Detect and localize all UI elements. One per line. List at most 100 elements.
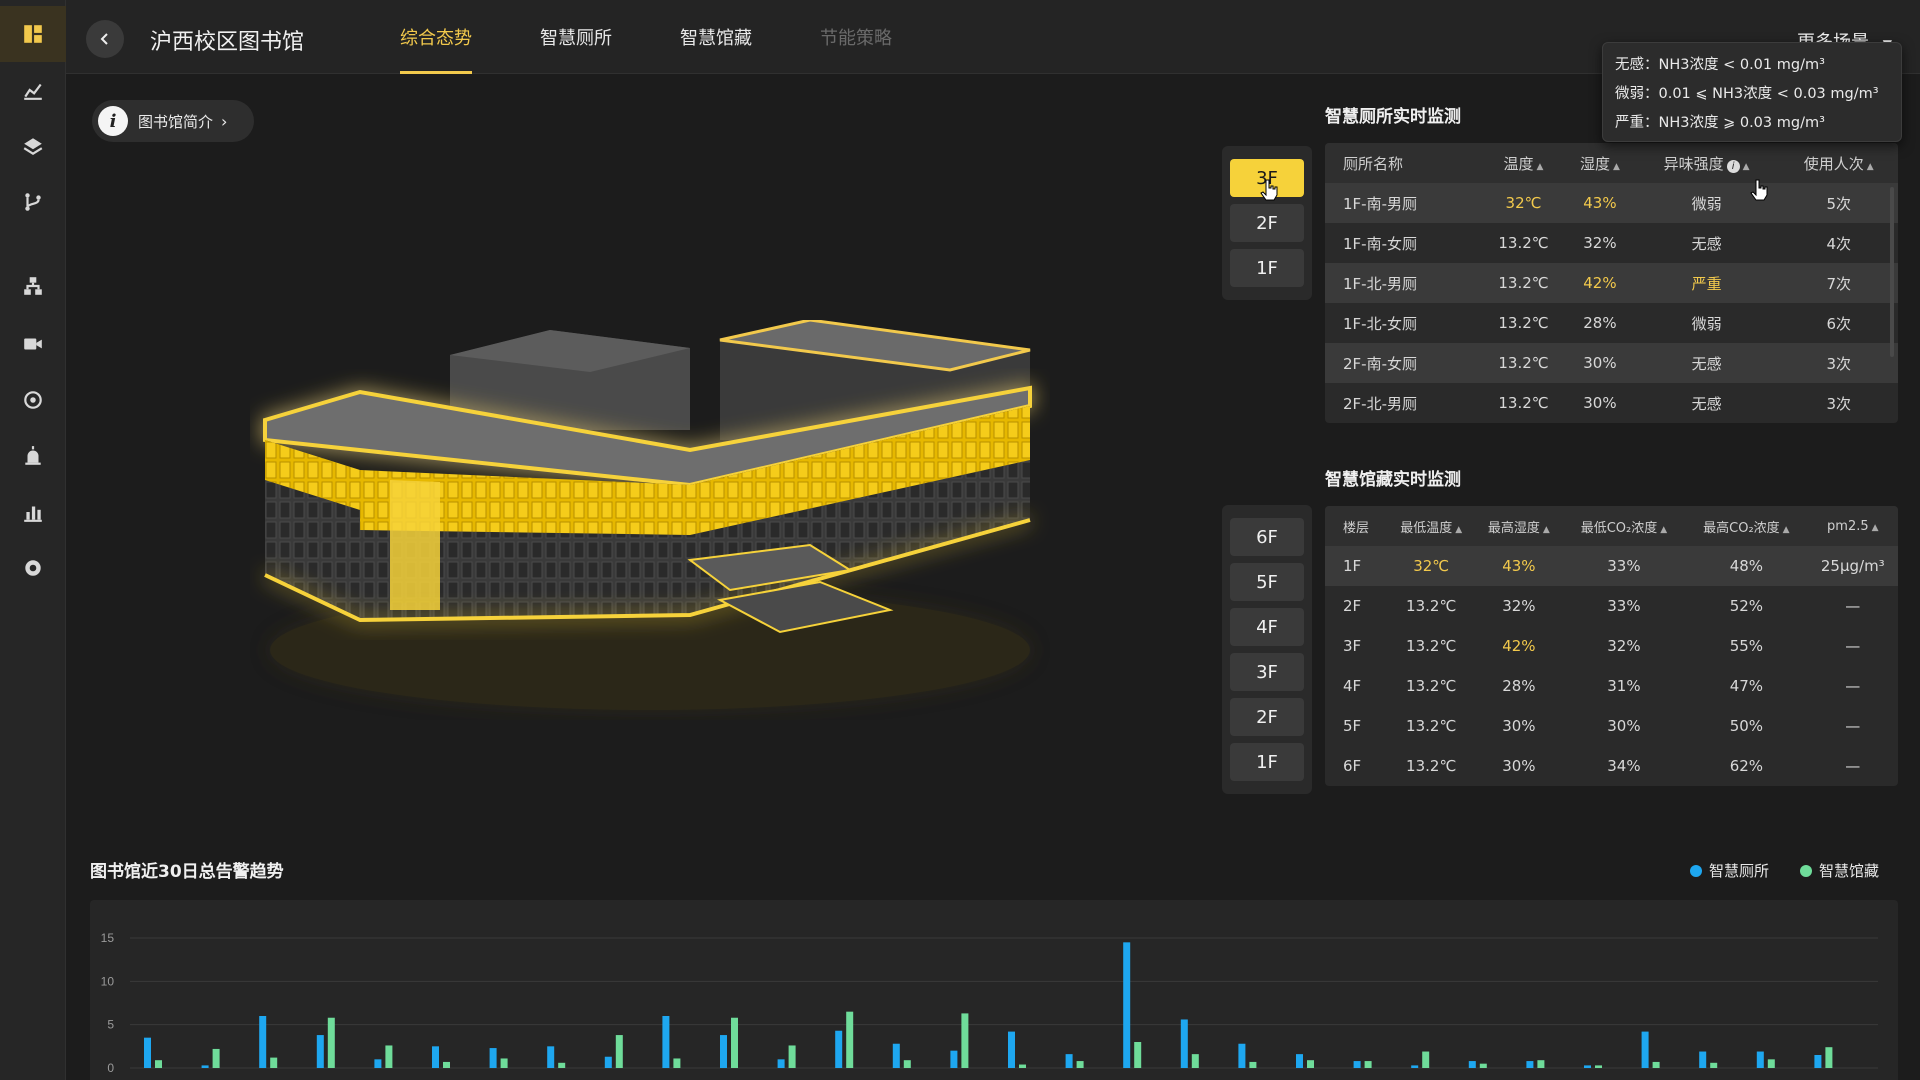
table-row[interactable]: 4F 13.2℃ 28% 31% 47% — (1325, 666, 1898, 706)
bar-restroom[interactable] (1756, 1051, 1764, 1068)
tab-smart-restroom[interactable]: 智慧厕所 (506, 0, 646, 74)
bar-restroom[interactable] (1584, 1065, 1591, 1068)
bar-collection[interactable] (1422, 1051, 1430, 1068)
bar-collection[interactable] (1134, 1042, 1142, 1068)
sort-icon[interactable]: ▲ (1867, 162, 1874, 172)
sort-icon[interactable]: ▲ (1537, 162, 1544, 172)
target-icon[interactable] (0, 372, 66, 428)
bar-collection[interactable] (903, 1060, 911, 1068)
collection-floor-3f[interactable]: 3F (1230, 653, 1304, 691)
bar-collection[interactable] (1710, 1062, 1718, 1068)
bar-collection[interactable] (558, 1062, 566, 1068)
bar-chart-icon[interactable] (0, 484, 66, 540)
bar-restroom[interactable] (777, 1059, 785, 1068)
sort-icon[interactable]: ▲ (1613, 162, 1620, 172)
table-row[interactable]: 1F-南-女厕 13.2℃ 32% 无感 4次 (1325, 223, 1898, 263)
building-3d-model[interactable] (250, 320, 1050, 720)
bar-collection[interactable] (327, 1017, 335, 1068)
bar-restroom[interactable] (547, 1046, 555, 1068)
col-odor-intensity[interactable]: 异味强度 i ▲ (1633, 143, 1780, 183)
bar-restroom[interactable] (1526, 1061, 1534, 1068)
bar-collection[interactable] (1767, 1059, 1775, 1068)
branch-icon[interactable] (0, 174, 66, 230)
bar-collection[interactable] (1479, 1063, 1487, 1068)
bar-restroom[interactable] (604, 1056, 612, 1068)
bar-collection[interactable] (731, 1017, 738, 1068)
tab-overview[interactable]: 综合态势 (366, 0, 506, 74)
bar-restroom[interactable] (201, 1065, 209, 1068)
restroom-floor-1f[interactable]: 1F (1230, 249, 1304, 287)
collection-floor-1f[interactable]: 1F (1230, 743, 1304, 781)
bar-restroom[interactable] (432, 1046, 439, 1068)
camera-icon[interactable] (0, 316, 66, 372)
dashboard-icon[interactable] (0, 6, 66, 62)
bar-restroom[interactable] (950, 1050, 958, 1068)
bar-restroom[interactable] (316, 1035, 324, 1068)
collection-floor-6f[interactable]: 6F (1230, 518, 1304, 556)
settings-icon[interactable] (0, 540, 66, 596)
col-temperature[interactable]: 温度 ▲ (1480, 143, 1567, 183)
table-row[interactable]: 6F 13.2℃ 30% 34% 62% — (1325, 746, 1898, 786)
sort-icon[interactable]: ▲ (1660, 525, 1667, 535)
bar-collection[interactable] (615, 1035, 623, 1068)
bar-collection[interactable] (1537, 1060, 1545, 1068)
col-max-co2[interactable]: 最高CO₂浓度 ▲ (1685, 506, 1808, 546)
bar-restroom[interactable] (1008, 1031, 1015, 1068)
bar-restroom[interactable] (720, 1035, 727, 1068)
sort-icon[interactable]: ▲ (1872, 523, 1879, 533)
bar-collection[interactable] (443, 1061, 450, 1068)
collection-floor-5f[interactable]: 5F (1230, 563, 1304, 601)
library-intro-button[interactable]: i 图书馆简介 › (92, 100, 254, 142)
bar-restroom[interactable] (144, 1037, 151, 1068)
table-row[interactable]: 3F 13.2℃ 42% 32% 55% — (1325, 626, 1898, 666)
bar-collection[interactable] (1825, 1047, 1833, 1068)
bar-collection[interactable] (1595, 1065, 1602, 1068)
col-min-temperature[interactable]: 最低温度 ▲ (1387, 506, 1476, 546)
sort-icon[interactable]: ▲ (1455, 525, 1462, 535)
bar-collection[interactable] (500, 1058, 508, 1068)
bar-collection[interactable] (1076, 1061, 1084, 1068)
bar-restroom[interactable] (1353, 1061, 1361, 1068)
col-max-humidity[interactable]: 最高湿度 ▲ (1475, 506, 1563, 546)
bar-collection[interactable] (155, 1060, 162, 1068)
col-min-co2[interactable]: 最低CO₂浓度 ▲ (1562, 506, 1686, 546)
bar-restroom[interactable] (892, 1043, 900, 1068)
bar-restroom[interactable] (1641, 1031, 1649, 1068)
restroom-table-scrollbar[interactable] (1890, 187, 1894, 357)
table-row[interactable]: 1F-南-男厕 32℃ 43% 微弱 5次 (1325, 183, 1898, 223)
bar-restroom[interactable] (259, 1016, 267, 1068)
table-row[interactable]: 2F 13.2℃ 32% 33% 52% — (1325, 586, 1898, 626)
tab-smart-collection[interactable]: 智慧馆藏 (646, 0, 786, 74)
legend-item-restroom[interactable]: 智慧厕所 (1690, 860, 1769, 881)
bar-collection[interactable] (846, 1011, 854, 1068)
layers-icon[interactable] (0, 118, 66, 174)
bar-restroom[interactable] (1065, 1054, 1073, 1068)
bar-restroom[interactable] (1411, 1065, 1419, 1068)
back-button[interactable] (86, 20, 124, 58)
bar-collection[interactable] (961, 1013, 969, 1068)
bar-restroom[interactable] (489, 1048, 497, 1068)
bar-collection[interactable] (788, 1045, 796, 1068)
sort-icon[interactable]: ▲ (1543, 525, 1550, 535)
bar-collection[interactable] (1191, 1054, 1199, 1068)
bar-restroom[interactable] (1238, 1043, 1246, 1068)
bar-restroom[interactable] (835, 1030, 843, 1068)
col-pm25[interactable]: pm2.5 ▲ (1807, 506, 1898, 546)
bar-restroom[interactable] (1296, 1054, 1303, 1068)
col-humidity[interactable]: 湿度 ▲ (1566, 143, 1634, 183)
bar-restroom[interactable] (1814, 1055, 1822, 1068)
bar-collection[interactable] (1652, 1061, 1660, 1068)
bar-restroom[interactable] (1180, 1019, 1188, 1068)
table-row[interactable]: 5F 13.2℃ 30% 30% 50% — (1325, 706, 1898, 746)
table-row[interactable]: 1F-北-女厕 13.2℃ 28% 微弱 6次 (1325, 303, 1898, 343)
col-restroom-name[interactable]: 厕所名称 (1325, 143, 1481, 183)
col-usage-count[interactable]: 使用人次 ▲ (1779, 143, 1898, 183)
bar-collection[interactable] (673, 1058, 681, 1068)
bar-collection[interactable] (385, 1045, 393, 1068)
sort-icon[interactable]: ▲ (1783, 525, 1790, 535)
line-chart-icon[interactable] (0, 62, 66, 118)
tab-energy-strategy[interactable]: 节能策略 (786, 0, 926, 74)
bar-restroom[interactable] (1123, 942, 1131, 1068)
bar-collection[interactable] (270, 1057, 278, 1068)
legend-item-collection[interactable]: 智慧馆藏 (1800, 860, 1879, 881)
